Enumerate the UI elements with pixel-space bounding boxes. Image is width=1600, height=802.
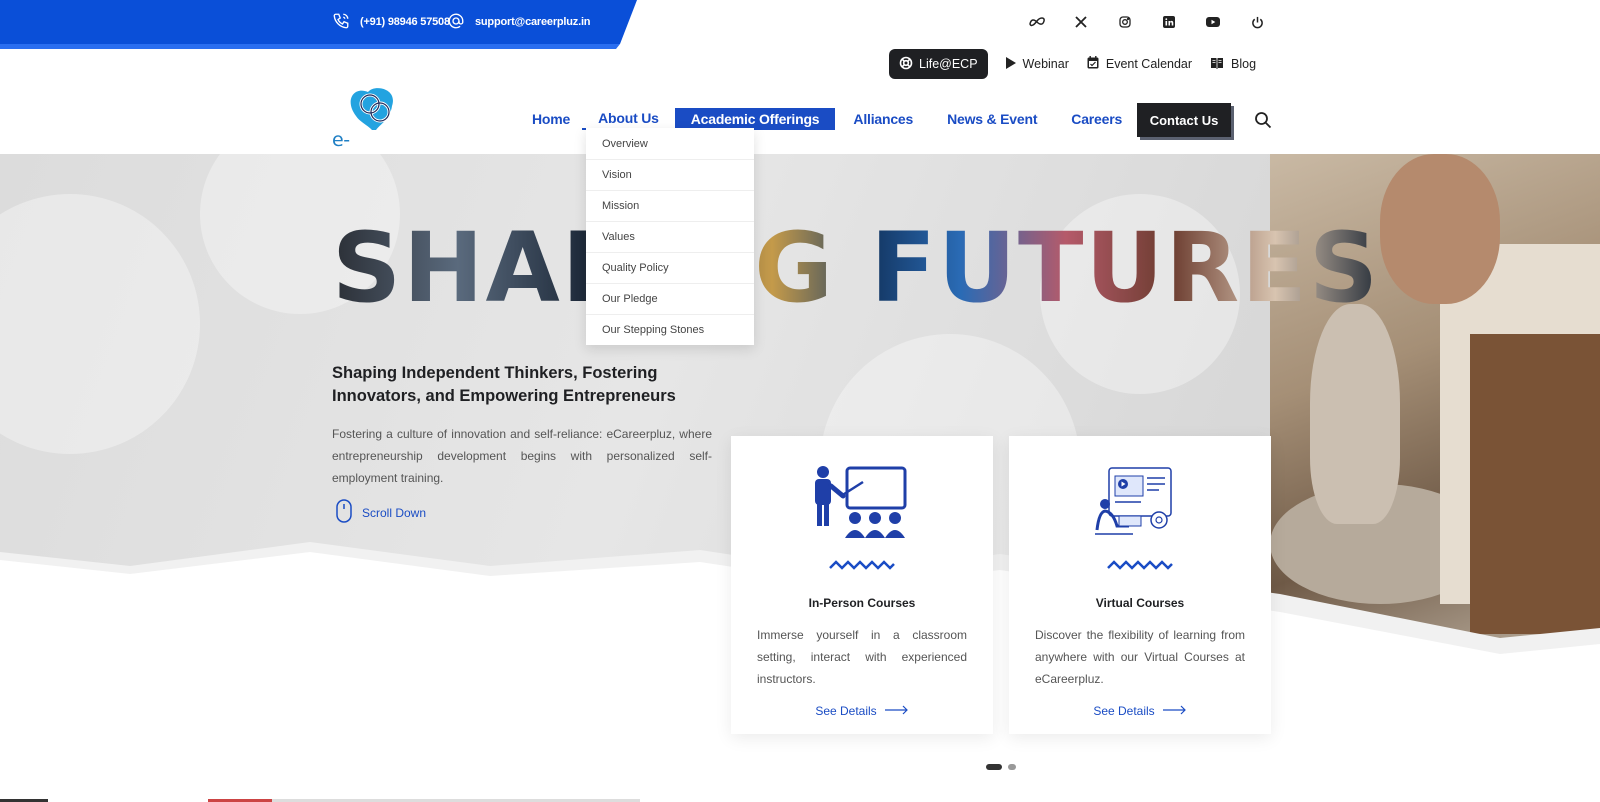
phone-number: (+91) 98946 57508 [360,16,450,28]
scroll-down-link[interactable]: Scroll Down [336,499,426,526]
x-icon[interactable] [1059,12,1103,32]
phone-icon [332,12,352,32]
social-links [1015,12,1279,32]
dropdown-item-stepping-stones[interactable]: Our Stepping Stones [586,314,754,345]
hero-heading: Shaping Independent Thinkers, Fostering … [332,364,676,405]
top-contact-bar: (+91) 98946 57508 support@careerpluz.in [0,0,640,49]
event-calendar-link[interactable]: Event Calendar [1087,56,1192,72]
clay-vase [1310,304,1400,524]
linkedin-icon[interactable] [1147,12,1191,32]
carousel-pagination [986,764,1016,770]
classroom-icon [811,464,911,542]
potter-head [1380,154,1500,304]
email-address: support@careerpluz.in [475,16,591,28]
dropdown-item-quality-policy[interactable]: Quality Policy [586,252,754,283]
see-details-link[interactable]: See Details [1009,704,1271,718]
dropdown-item-values[interactable]: Values [586,221,754,252]
zigzag-divider [829,560,895,570]
zigzag-divider [1107,560,1173,570]
calendar-icon [1087,56,1099,72]
nav-about-us[interactable]: About Us [582,108,675,130]
dropdown-item-mission[interactable]: Mission [586,190,754,221]
hero-big-title: SHAPING FUTURES [332,212,1381,324]
nav-news-event[interactable]: News & Event [925,108,1049,130]
secondary-nav: Life@ECP Webinar Event Calendar Blog [889,49,1256,79]
site-logo[interactable]: e-careerpluz [332,86,442,173]
page: (+91) 98946 57508 support@careerpluz.in [0,0,1600,802]
virtual-learning-icon [1089,464,1189,542]
youtube-icon[interactable] [1191,12,1235,32]
dropdown-item-vision[interactable]: Vision [586,159,754,190]
see-details-label: See Details [815,704,877,718]
card-title: Virtual Courses [1095,596,1185,610]
carousel-dot-1[interactable] [986,764,1002,770]
webinar-label: Webinar [1022,57,1069,71]
card-title: In-Person Courses [808,596,916,610]
blog-link[interactable]: Blog [1210,57,1256,72]
main-nav: Home About Us Academic Offerings Allianc… [520,108,1134,130]
dropdown-item-our-pledge[interactable]: Our Pledge [586,283,754,314]
blog-label: Blog [1231,57,1257,71]
dropdown-item-overview[interactable]: Overview [586,128,754,159]
nav-careers[interactable]: Careers [1049,108,1134,130]
arrow-right-icon [1162,704,1187,718]
in-person-courses-card: In-Person Courses Immerse yourself in a … [731,436,993,734]
book-icon [1210,57,1224,72]
arrow-right-icon [884,704,909,718]
contact-us-button[interactable]: Contact Us [1137,103,1231,137]
lifebuoy-icon [899,56,913,73]
phone-link[interactable]: (+91) 98946 57508 [332,12,450,32]
bg-bokeh [0,194,200,454]
meta-icon[interactable] [1015,12,1059,32]
webinar-link[interactable]: Webinar [1005,56,1069,72]
hero-paragraph: Fostering a culture of innovation and se… [332,427,712,485]
at-icon [447,12,467,32]
nav-academic-offerings[interactable]: Academic Offerings [674,108,836,130]
instagram-icon[interactable] [1103,12,1147,32]
mouse-icon [336,499,352,526]
card-text: Immerse yourself in a classroom setting,… [757,628,967,686]
carousel-dot-2[interactable] [1008,764,1016,770]
email-link[interactable]: support@careerpluz.in [447,12,591,32]
life-at-ecp-button[interactable]: Life@ECP [889,49,988,79]
about-us-dropdown: Overview Vision Mission Values Quality P… [586,128,754,345]
scroll-down-label: Scroll Down [362,505,427,520]
card-text: Discover the flexibility of learning fro… [1035,628,1245,686]
virtual-courses-card: Virtual Courses Discover the flexibility… [1009,436,1271,734]
life-label: Life@ECP [919,57,978,71]
search-icon[interactable] [1254,111,1272,129]
nav-alliances[interactable]: Alliances [835,108,925,130]
event-calendar-label: Event Calendar [1105,57,1193,71]
nav-home[interactable]: Home [520,108,582,130]
see-details-link[interactable]: See Details [731,704,993,718]
see-details-label: See Details [1093,704,1155,718]
play-icon [1005,56,1016,72]
power-icon[interactable] [1235,12,1279,32]
